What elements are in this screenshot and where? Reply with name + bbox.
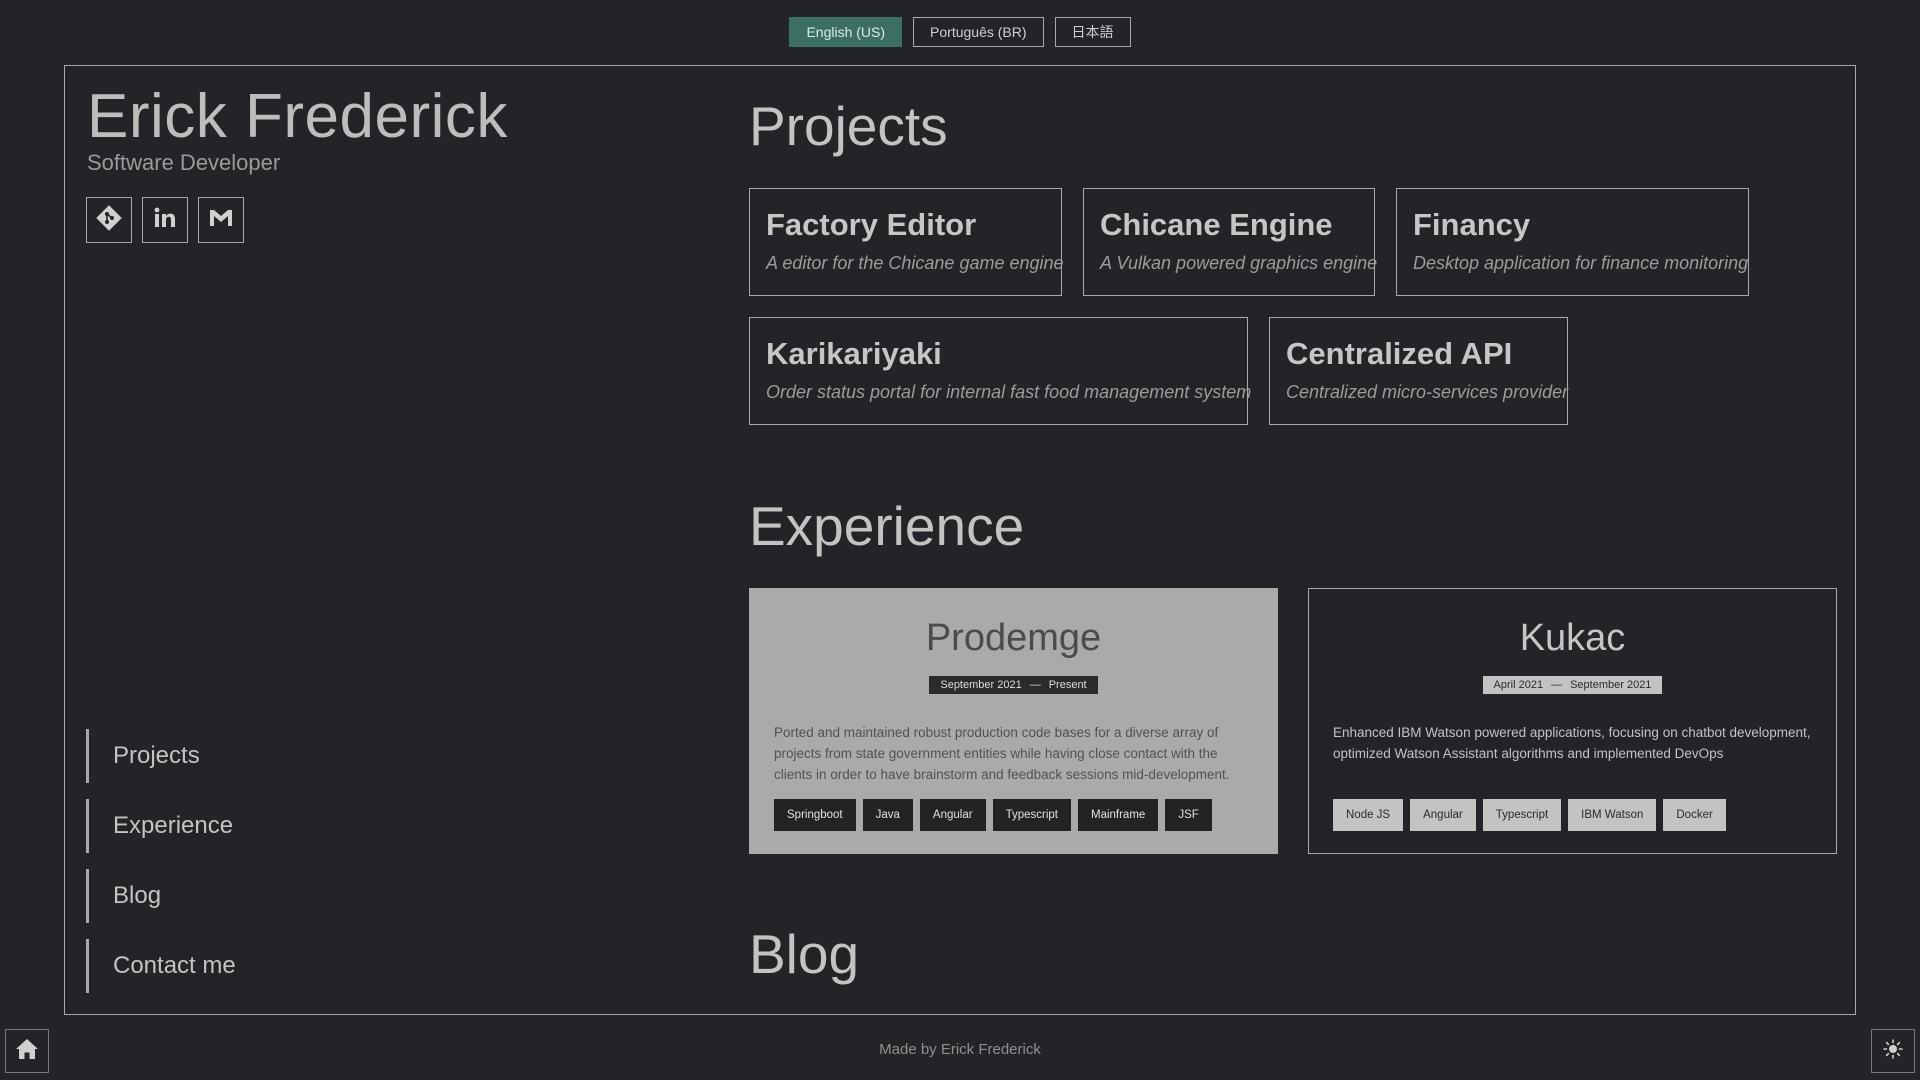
project-description: Desktop application for finance monitori… [1413, 253, 1749, 273]
language-selector: English (US) Português (BR) 日本語 [0, 17, 1920, 47]
tech-tag: Typescript [1482, 799, 1562, 831]
gmail-link[interactable] [198, 197, 244, 243]
language-button-en-us[interactable]: English (US) [789, 17, 903, 47]
nav-item-contact[interactable]: Contact me [86, 939, 236, 993]
footer-credit: Made by Erick Frederick [879, 1041, 1041, 1058]
nav-item-projects[interactable]: Projects [86, 729, 236, 783]
experience-company: Prodemge [925, 617, 1102, 659]
tech-tag: Docker [1663, 799, 1726, 831]
tech-tag: Springboot [774, 799, 856, 831]
start-date: September 2021 [940, 679, 1022, 691]
experience-card-prodemge: Prodemge September 2021 — Present Ported a… [749, 588, 1278, 854]
project-card-financy[interactable]: Financy Desktop application for finance … [1396, 188, 1749, 296]
language-button-pt-br[interactable]: Português (BR) [913, 17, 1044, 47]
experience-dates: April 2021 — September 2021 [1482, 676, 1663, 694]
theme-toggle-button[interactable] [1871, 1029, 1915, 1073]
project-title: Financy [1413, 207, 1531, 242]
profile-role: Software Developer [87, 150, 281, 175]
language-button-ja[interactable]: 日本語 [1054, 17, 1131, 47]
tech-tag: Angular [1410, 799, 1476, 831]
tech-tag: Mainframe [1077, 799, 1159, 831]
project-description: A Vulkan powered graphics engine [1100, 253, 1378, 273]
linkedin-link[interactable] [142, 197, 188, 243]
project-card-karikariyaki[interactable]: Karikariyaki Order status portal for int… [749, 317, 1252, 425]
date-separator: — [1551, 679, 1563, 691]
project-description: A editor for the Chicane game engine [766, 253, 1064, 273]
nav-item-experience[interactable]: Experience [86, 799, 236, 853]
experience-company: Kukac [1519, 617, 1626, 659]
sun-icon [1883, 1038, 1903, 1064]
project-card-centralized-api[interactable]: Centralized API Centralized micro-servic… [1269, 317, 1568, 425]
project-description: Order status portal for internal fast fo… [766, 382, 1252, 402]
tech-tags: Springboot Java Angular Typescript Mainf… [774, 799, 1253, 831]
experience-card-kukac: Kukac April 2021 — September 2021 Enhanced… [1308, 588, 1837, 854]
tech-tag: Java [862, 799, 913, 831]
tech-tag: Node JS [1333, 799, 1404, 831]
project-card-factory-editor[interactable]: Factory Editor A editor for the Chicane … [749, 188, 1064, 296]
experience-description: Enhanced IBM Watson powered applications… [1333, 725, 1811, 761]
blog-heading: Blog [749, 923, 860, 985]
start-date: April 2021 [1493, 679, 1544, 691]
profile-name: Erick Frederick [87, 82, 508, 151]
end-date: Present [1048, 679, 1087, 691]
experience-dates: September 2021 — Present [929, 676, 1098, 694]
date-separator: — [1029, 679, 1041, 691]
nav-item-blog[interactable]: Blog [86, 869, 236, 923]
side-navigation: Projects Experience Blog Contact me [86, 729, 236, 1009]
git-link[interactable] [86, 197, 132, 243]
main-frame: Erick Frederick Software Developer Proje… [64, 65, 1856, 1015]
end-date: September 2021 [1570, 679, 1652, 691]
experience-heading: Experience [749, 495, 1025, 557]
projects-heading: Projects [749, 95, 948, 157]
tech-tag: JSF [1165, 799, 1212, 831]
tech-tag: Angular [919, 799, 986, 831]
project-title: Chicane Engine [1100, 207, 1333, 242]
tech-tags: Node JS Angular Typescript IBM Watson Do… [1333, 799, 1812, 831]
linkedin-icon [152, 205, 178, 236]
project-card-chicane-engine[interactable]: Chicane Engine A Vulkan powered graphics… [1083, 188, 1378, 296]
gmail-icon [208, 207, 234, 234]
project-title: Factory Editor [766, 207, 977, 242]
social-links [86, 197, 244, 243]
git-icon [95, 204, 123, 237]
tech-tag: IBM Watson [1568, 799, 1657, 831]
project-title: Centralized API [1286, 336, 1513, 371]
project-description: Centralized micro-services provider [1286, 382, 1569, 402]
experience-description: Ported and maintained robust production … [774, 725, 1230, 782]
project-title: Karikariyaki [766, 336, 942, 371]
tech-tag: Typescript [992, 799, 1071, 831]
